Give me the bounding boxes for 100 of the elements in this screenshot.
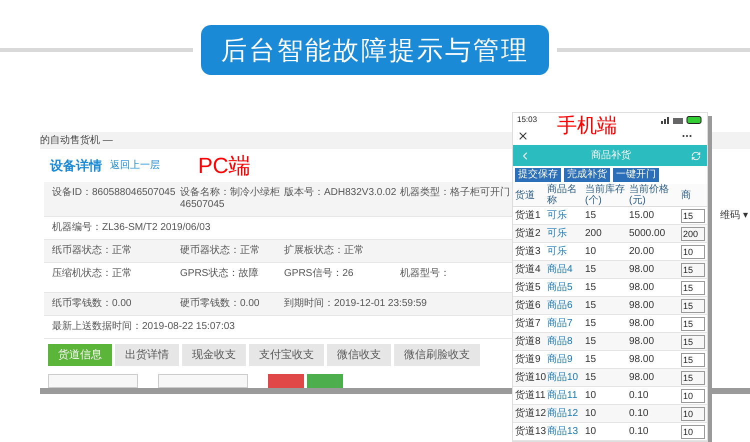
table-cell-text: 98.00 bbox=[629, 317, 656, 331]
table-cell-text: 货道1 bbox=[515, 209, 542, 223]
product-link[interactable]: 商品13 bbox=[547, 424, 585, 439]
table-cell-text: 15 bbox=[585, 299, 598, 313]
table-cell-text: 货道11 bbox=[515, 389, 546, 403]
action-button[interactable]: 完成补货 bbox=[564, 168, 610, 182]
product-link[interactable]: 商品12 bbox=[547, 406, 585, 421]
input-field[interactable] bbox=[48, 374, 138, 388]
column-header: 商品名称 bbox=[547, 184, 578, 206]
quantity-field[interactable]: 10 bbox=[681, 406, 705, 420]
table-cell-text: 98.00 bbox=[629, 371, 656, 385]
product-link[interactable]: 可乐 bbox=[547, 208, 585, 223]
quantity-field[interactable]: 15 bbox=[681, 352, 705, 366]
table-cell-text: 货道2 bbox=[515, 227, 542, 241]
table-cell-text: 货道10 bbox=[515, 371, 547, 385]
column-header: 货道 bbox=[515, 190, 536, 200]
info-field: 纸币零钱数：0.00 bbox=[52, 298, 180, 310]
quantity-field[interactable]: 15 bbox=[681, 298, 705, 312]
action-button[interactable]: 一键开门 bbox=[613, 168, 659, 182]
product-link[interactable]: 可乐 bbox=[547, 226, 585, 241]
quantity-field[interactable]: 10 bbox=[681, 388, 705, 402]
table-cell-text: 货道13 bbox=[515, 425, 547, 439]
pc-annotation: PC端 bbox=[198, 152, 251, 180]
info-field: 硬币零钱数：0.00 bbox=[180, 298, 284, 310]
info-field: 设备名称：制冷小绿柜 46507045 bbox=[180, 187, 284, 211]
info-field: 设备ID：860588046507045 bbox=[52, 187, 180, 199]
quantity-field[interactable]: 15 bbox=[681, 208, 705, 222]
refresh-icon[interactable] bbox=[691, 150, 701, 161]
table-cell-text: 0.10 bbox=[629, 389, 650, 403]
tab[interactable]: 出货详情 bbox=[115, 344, 179, 366]
info-field: 纸币器状态：正常 bbox=[52, 245, 180, 257]
column-header: 当前价格(元) bbox=[629, 184, 670, 206]
quantity-field[interactable]: 200 bbox=[681, 226, 705, 240]
product-link[interactable]: 商品5 bbox=[547, 280, 585, 295]
back-link[interactable]: 返回上一层 bbox=[110, 158, 160, 173]
table-cell-text: 货道6 bbox=[515, 299, 542, 313]
table-cell-text: 20.00 bbox=[629, 245, 656, 259]
product-link[interactable]: 商品10 bbox=[547, 370, 585, 385]
table-cell-text: 98.00 bbox=[629, 335, 656, 349]
table-cell-text: 200 bbox=[585, 227, 603, 241]
status-icons bbox=[659, 116, 703, 124]
table-cell-text: 15 bbox=[585, 335, 598, 349]
close-icon[interactable] bbox=[517, 130, 529, 142]
table-cell-text: 15 bbox=[585, 317, 598, 331]
product-link[interactable]: 可乐 bbox=[547, 244, 585, 259]
column-header: 商 bbox=[681, 190, 692, 200]
info-field: 扩展板状态：正常 bbox=[284, 245, 364, 257]
quantity-field[interactable]: 15 bbox=[681, 280, 705, 294]
info-field: GPRS状态：故障 bbox=[180, 268, 284, 280]
table-cell-text: 15.00 bbox=[629, 209, 656, 223]
table-cell-text: 10 bbox=[585, 425, 598, 439]
tab[interactable]: 现金收支 bbox=[182, 344, 246, 366]
info-field: 机器型号： bbox=[400, 268, 450, 280]
dropdown[interactable]: 维码 ▾ bbox=[720, 208, 748, 388]
quantity-field[interactable]: 10 bbox=[681, 424, 705, 438]
table-cell-text: 0.10 bbox=[629, 407, 650, 421]
product-link[interactable]: 商品11 bbox=[547, 388, 585, 403]
table-cell-text: 货道8 bbox=[515, 335, 542, 349]
table-cell-text: 10 bbox=[585, 407, 598, 421]
info-field: 机器类型：格子柜可开门 bbox=[400, 187, 510, 199]
tab[interactable]: 支付宝收支 bbox=[249, 344, 324, 366]
breadcrumb: 的自动售货机 — bbox=[40, 134, 113, 148]
table-cell-text: 货道3 bbox=[515, 245, 542, 259]
product-link[interactable]: 商品6 bbox=[547, 298, 585, 313]
quantity-field[interactable]: 15 bbox=[681, 370, 705, 384]
tab[interactable]: 微信刷脸收支 bbox=[394, 344, 480, 366]
banner-title: 后台智能故障提示与管理 bbox=[201, 25, 549, 75]
input-field[interactable] bbox=[158, 374, 248, 388]
table-cell-text: 0.10 bbox=[629, 425, 650, 439]
product-link[interactable]: 商品9 bbox=[547, 352, 585, 367]
column-header: 当前库存(个) bbox=[585, 184, 626, 206]
quantity-field[interactable]: 15 bbox=[681, 262, 705, 276]
product-link[interactable]: 商品4 bbox=[547, 262, 585, 277]
quantity-field[interactable]: 10 bbox=[681, 244, 705, 258]
table-cell-text: 98.00 bbox=[629, 263, 656, 277]
table-cell-text: 15 bbox=[585, 371, 598, 385]
page-heading: 设备详情 bbox=[50, 156, 102, 175]
table-cell-text: 15 bbox=[585, 263, 598, 277]
product-link[interactable]: 商品8 bbox=[547, 334, 585, 349]
table-cell-text: 货道4 bbox=[515, 263, 542, 277]
info-field: 机器编号：ZL36-SM/T2 2019/06/03 bbox=[52, 222, 210, 234]
table-cell-text: 98.00 bbox=[629, 353, 656, 367]
quantity-field[interactable]: 15 bbox=[681, 334, 705, 348]
table-cell-text: 15 bbox=[585, 209, 598, 223]
info-field: GPRS信号：26 bbox=[284, 268, 400, 280]
tab[interactable]: 微信收支 bbox=[327, 344, 391, 366]
product-link[interactable]: 商品7 bbox=[547, 316, 585, 331]
quantity-field[interactable]: 15 bbox=[681, 316, 705, 330]
info-field: 最新上送数据时间：2019-08-22 15:07:03 bbox=[52, 321, 235, 333]
action-button[interactable]: 提交保存 bbox=[515, 168, 561, 182]
table-cell-text: 15 bbox=[585, 281, 598, 295]
phone-annotation: 手机端 bbox=[557, 115, 617, 137]
table-cell-text: 10 bbox=[585, 245, 598, 259]
table-cell-text: 98.00 bbox=[629, 281, 656, 295]
table-cell-text: 5000.00 bbox=[629, 227, 666, 241]
info-field: 硬币器状态：正常 bbox=[180, 245, 284, 257]
table-cell-text: 98.00 bbox=[629, 299, 656, 313]
screen-title: 商品补货 bbox=[591, 148, 631, 164]
table-cell-text: 货道5 bbox=[515, 281, 542, 295]
info-field: 版本号：ADH832V3.0.02 bbox=[284, 187, 400, 199]
